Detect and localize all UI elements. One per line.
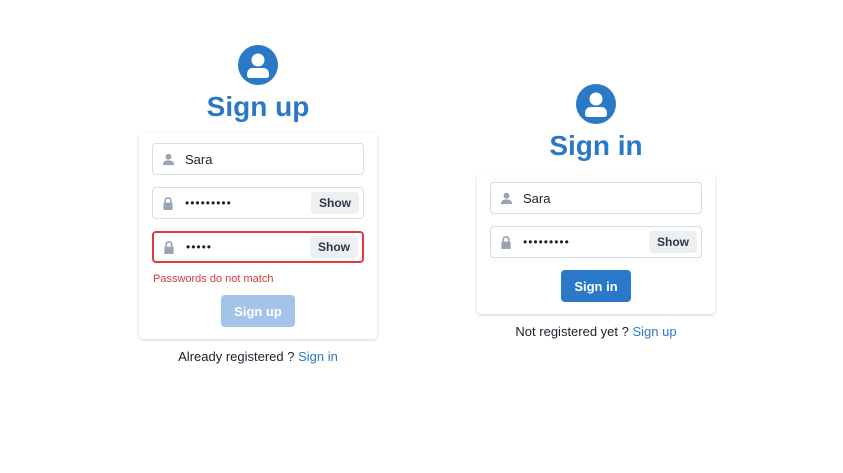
signup-confirm-password-value: •••••: [186, 240, 213, 254]
lock-icon: [154, 240, 184, 254]
user-circle-icon: [576, 84, 616, 124]
password-mismatch-error: Passwords do not match: [153, 273, 274, 285]
signin-username-value: Sara: [523, 190, 551, 206]
user-icon: [153, 153, 183, 166]
signup-footer: Already registered ? Sign in: [139, 349, 377, 364]
user-circle-icon: [238, 45, 278, 85]
signin-footer: Not registered yet ? Sign up: [477, 324, 715, 339]
signup-password-show-button[interactable]: Show: [311, 192, 359, 214]
signin-password-value: •••••••••: [523, 235, 570, 249]
signup-title: Sign up: [206, 91, 310, 122]
signin-password-field[interactable]: ••••••••• Show: [490, 226, 702, 258]
signup-link[interactable]: Sign up: [632, 324, 676, 339]
signin-link[interactable]: Sign in: [298, 349, 338, 364]
signin-submit-button[interactable]: Sign in: [561, 270, 631, 302]
lock-icon: [491, 235, 521, 249]
signin-username-field[interactable]: Sara: [490, 182, 702, 214]
signin-card: Sara ••••••••• Show Sign in: [477, 172, 715, 314]
signup-submit-button[interactable]: Sign up: [221, 295, 295, 327]
signin-password-show-button[interactable]: Show: [649, 231, 697, 253]
signup-password-value: •••••••••: [185, 196, 232, 210]
signup-card: Sara ••••••••• Show ••••• Show Passwords…: [139, 133, 377, 339]
signup-password-field[interactable]: ••••••••• Show: [152, 187, 364, 219]
signin-footer-text: Not registered yet ?: [515, 324, 633, 339]
signin-panel: Sign in Sara ••••••••• Show Sign in Not …: [477, 84, 715, 339]
signup-footer-text: Already registered ?: [178, 349, 299, 364]
user-icon: [491, 192, 521, 205]
signup-username-value: Sara: [185, 151, 213, 167]
signup-confirm-password-field[interactable]: ••••• Show: [152, 231, 364, 263]
signup-panel: Sign up Sara ••••••••• Show ••••• Show P…: [139, 45, 377, 364]
lock-icon: [153, 196, 183, 210]
signin-title: Sign in: [549, 130, 643, 161]
signup-confirm-show-button[interactable]: Show: [310, 236, 358, 258]
signup-username-field[interactable]: Sara: [152, 143, 364, 175]
